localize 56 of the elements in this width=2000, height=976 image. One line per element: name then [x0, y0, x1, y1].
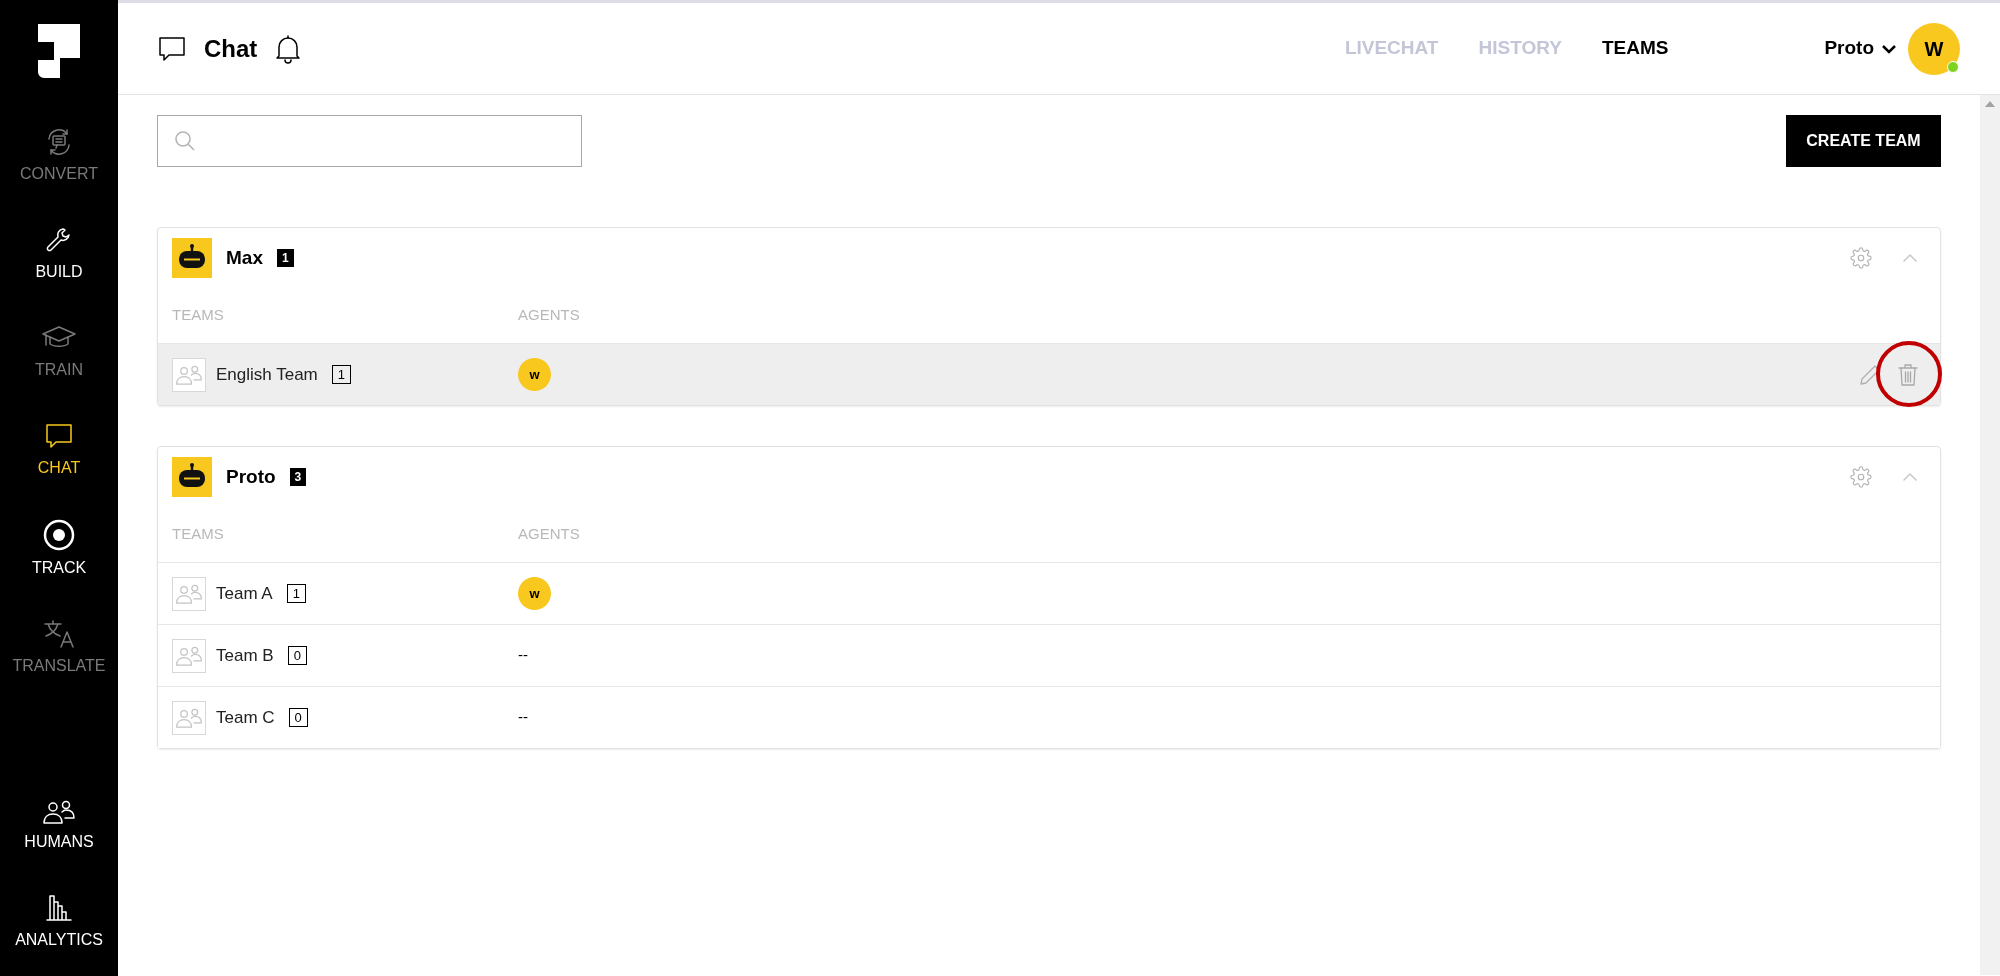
column-header: TEAMS: [172, 524, 225, 545]
count-badge: 1: [276, 249, 294, 267]
page-title: Chat: [204, 33, 258, 64]
logo-icon[interactable]: [38, 24, 80, 78]
no-agent-text: --: [518, 645, 528, 666]
account-switcher[interactable]: Proto: [1824, 34, 1896, 63]
search-field[interactable]: [157, 115, 582, 167]
sidebar-item[interactable]: CHAT: [0, 412, 118, 488]
team-avatar-icon: [172, 357, 206, 392]
member-count: 0: [288, 708, 308, 727]
nav-tab[interactable]: TEAMS: [1601, 34, 1669, 63]
bar-chart-icon: [43, 892, 75, 924]
search-icon: [174, 130, 196, 152]
scrollbar[interactable]: [1980, 95, 2000, 975]
sidebar-item[interactable]: BUILD: [0, 216, 118, 292]
column-header: AGENTS: [518, 524, 580, 545]
sidebar-item[interactable]: HUMANS: [0, 790, 118, 862]
settings-icon[interactable]: [1850, 466, 1872, 488]
member-count: 0: [287, 646, 307, 665]
create-team-button[interactable]: CREATE TEAM: [1786, 115, 1941, 167]
column-header: AGENTS: [518, 305, 580, 326]
scroll-up-icon: [1985, 101, 1995, 107]
trash-icon[interactable]: [1898, 362, 1918, 387]
member-count: 1: [331, 365, 351, 384]
team-name: Team C: [216, 706, 275, 729]
team-name: Team A: [216, 582, 273, 605]
column-header: TEAMS: [172, 305, 225, 326]
team-name: Team B: [216, 644, 274, 667]
team-row[interactable]: Team A 1 w: [158, 562, 1940, 624]
member-count: 1: [286, 584, 306, 603]
team-avatar-icon: [172, 700, 206, 735]
user-avatar[interactable]: W: [1908, 22, 1960, 75]
group-name: Max: [226, 245, 263, 270]
target-icon: [42, 518, 76, 552]
settings-icon[interactable]: [1850, 247, 1872, 269]
group-name: Proto: [226, 464, 276, 489]
no-agent-text: --: [518, 707, 528, 728]
translate-icon: [42, 618, 76, 650]
team-name: English Team: [216, 363, 318, 386]
agent-avatar: w: [518, 358, 551, 391]
robot-head-icon: [172, 238, 212, 278]
chevron-down-icon: [1882, 43, 1896, 54]
team-avatar-icon: [172, 576, 206, 611]
team-row[interactable]: English Team 1 w: [158, 343, 1940, 405]
count-badge: 3: [289, 468, 307, 486]
agent-avatar: w: [518, 577, 551, 610]
team-row[interactable]: Team B 0 --: [158, 624, 1940, 686]
collapse-chevron-icon[interactable]: [1902, 253, 1918, 263]
people-icon: [42, 798, 76, 826]
team-avatar-icon: [172, 638, 206, 673]
robot-head-icon: [172, 457, 212, 497]
sidebar-item[interactable]: TRACK: [0, 510, 118, 588]
team-row[interactable]: Team C 0 --: [158, 686, 1940, 748]
collapse-chevron-icon[interactable]: [1902, 472, 1918, 482]
sidebar-item[interactable]: ANALYTICS: [0, 884, 118, 960]
bell-icon[interactable]: [275, 33, 302, 64]
